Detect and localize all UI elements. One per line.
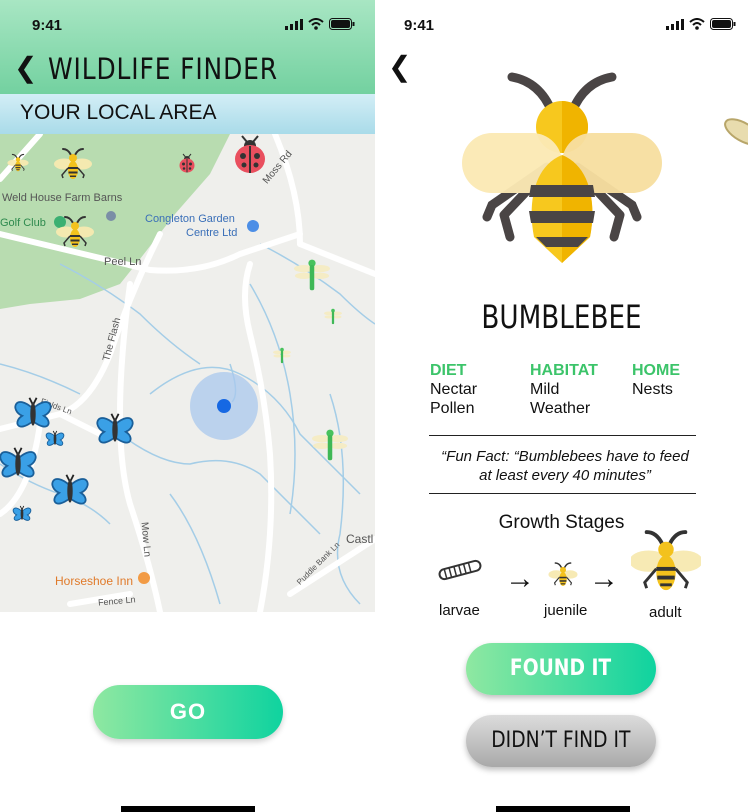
status-icons: [666, 18, 736, 30]
larvae-icon: [438, 559, 482, 581]
butterfly-marker-icon[interactable]: [0, 446, 37, 478]
butterfly-marker-icon[interactable]: [51, 473, 89, 505]
bee-marker-icon[interactable]: [53, 148, 93, 180]
signal-icon: [666, 18, 684, 30]
butterfly-marker-icon[interactable]: [45, 430, 65, 446]
back-chevron-icon[interactable]: ❮: [388, 50, 411, 83]
bumblebee-illustration-icon: [462, 72, 662, 263]
habitat-value: Mild: [530, 381, 560, 398]
diet-value: Pollen: [430, 400, 475, 417]
home-indicator: [496, 806, 630, 812]
status-time: 9:41: [404, 17, 435, 34]
juvenile-bee-icon: [547, 562, 579, 587]
dragonfly-marker-icon[interactable]: [273, 347, 291, 364]
adult-bee-icon: [631, 530, 701, 593]
battery-icon: [710, 18, 736, 30]
didnt-find-it-button[interactable]: DIDN’T FIND IT: [466, 715, 656, 767]
diet-label: DIET: [430, 362, 467, 379]
home-value: Nests: [632, 381, 673, 398]
wifi-icon: [308, 18, 324, 30]
bee-marker-icon[interactable]: [6, 153, 30, 172]
diet-value: Nectar: [430, 381, 478, 398]
found-it-button[interactable]: FOUND IT: [466, 643, 656, 695]
go-button[interactable]: GO: [93, 685, 283, 739]
battery-icon: [329, 18, 355, 30]
ladybug-marker-icon[interactable]: [234, 135, 266, 174]
stage-label: juenile: [544, 602, 588, 619]
butterfly-marker-icon[interactable]: [12, 505, 32, 521]
home-label: HOME: [632, 362, 680, 379]
stage-label: adult: [649, 604, 682, 621]
habitat-label: HABITAT: [530, 362, 598, 379]
back-chevron-icon[interactable]: ❮: [14, 54, 37, 82]
divider: [429, 435, 696, 436]
habitat-value: Weather: [530, 400, 591, 417]
wifi-icon: [689, 18, 705, 30]
stage-label: larvae: [439, 602, 480, 619]
arrow-right-icon: →: [589, 562, 619, 595]
didnt-find-it-label: DIDN’T FIND IT: [491, 728, 631, 753]
dragonfly-marker-icon[interactable]: [312, 429, 348, 461]
area-subtitle: YOUR LOCAL AREA: [20, 101, 217, 124]
wildlife-map[interactable]: Weld House Farm Barns Golf Club Congleto…: [0, 131, 375, 615]
dragonfly-marker-icon[interactable]: [324, 308, 342, 325]
map-screen: ❮ WILDLIFE FINDER 9:41 YOUR LOCAL AREA W…: [0, 0, 375, 812]
found-it-label: FOUND IT: [510, 656, 612, 681]
status-icons: [285, 18, 355, 30]
fun-fact: “Fun Fact: “Bumblebees have to feed at l…: [441, 448, 689, 484]
divider: [429, 493, 696, 494]
bee-marker-icon[interactable]: [55, 216, 95, 248]
home-indicator: [121, 806, 255, 812]
arrow-right-icon: →: [505, 562, 535, 595]
signal-icon: [285, 18, 303, 30]
dragonfly-marker-icon[interactable]: [294, 259, 330, 291]
diet-section: DIET Nectar Pollen: [430, 362, 477, 418]
insect-markers: [0, 135, 348, 521]
status-bar: 9:41: [0, 0, 375, 44]
ladybug-marker-icon[interactable]: [179, 153, 195, 173]
butterfly-marker-icon[interactable]: [14, 396, 52, 428]
page-title: WILDLIFE FINDER: [48, 52, 278, 86]
species-name: BUMBLEBEE: [481, 298, 642, 336]
area-subheader: YOUR LOCAL AREA: [0, 94, 375, 134]
species-detail-screen: 9:41 ❮ BUMBLEBEE DIET Nectar Pollen HABI…: [375, 0, 748, 812]
habitat-section: HABITAT Mild Weather: [530, 362, 598, 418]
home-section: HOME Nests: [632, 362, 680, 399]
next-species-peek-icon[interactable]: [715, 110, 748, 170]
status-time: 9:41: [32, 17, 63, 34]
butterfly-marker-icon[interactable]: [96, 412, 134, 444]
status-bar: 9:41: [375, 0, 748, 44]
